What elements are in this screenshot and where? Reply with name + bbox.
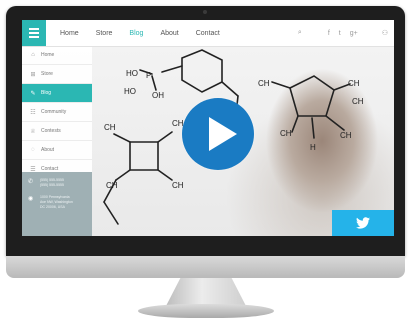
sidebar-item-contests[interactable]: ♕ Contests [22,122,92,141]
nav-contact[interactable]: Contact [196,30,220,37]
svg-text:CH: CH [172,181,184,190]
location-icon: ◉ [28,196,34,202]
svg-text:CH: CH [340,131,352,140]
address-line: DC 20006, USA [40,205,65,209]
sidebar-item-blog[interactable]: ✎ Blog [22,84,92,103]
home-icon: ⌂ [31,52,35,58]
svg-text:CH: CH [280,129,292,138]
svg-text:CH: CH [258,79,270,88]
svg-text:HO: HO [126,69,138,78]
play-video-button[interactable] [182,98,254,170]
phone-line: (555) 555-5555 [40,183,64,187]
sidebar-item-label: Store [41,71,53,77]
screen: HO P HO OH CH CH CH CH CH CH H CH CH CH … [22,20,394,236]
svg-text:H: H [310,143,316,152]
svg-text:OH: OH [152,91,164,100]
sidebar-item-label: Blog [41,90,52,96]
info-icon: ◌ [31,147,35,153]
svg-text:CH: CH [104,123,116,132]
nav-blog[interactable]: Blog [129,30,143,37]
user-icon[interactable]: ⚇ [382,29,388,37]
twitter-share-button[interactable] [332,210,394,236]
twitter-icon[interactable]: t [339,30,341,37]
address-row: ◉ 1000 Pennsylvania Ave NW, Washington D… [22,195,92,210]
svg-text:HO: HO [124,87,136,96]
cart-icon: ⊞ [30,71,36,78]
svg-text:CH: CH [352,97,364,106]
sidebar-item-home[interactable]: ⌂ Home [22,46,92,65]
facebook-icon[interactable]: f [328,30,330,37]
main-nav: Home Store Blog About Contact [60,20,237,46]
sidebar-item-label: Home [41,52,55,58]
nav-store[interactable]: Store [96,30,113,37]
sidebar-item-label: About [41,147,55,153]
sidebar-item-label: Contests [41,128,61,134]
svg-text:CH: CH [348,79,360,88]
svg-text:P: P [146,71,151,80]
nav-about[interactable]: About [160,30,178,37]
monitor-base [138,304,274,318]
sidebar-item-about[interactable]: ◌ About [22,141,92,160]
trophy-icon: ♕ [30,128,36,135]
community-icon: ☷ [30,109,36,116]
pencil-icon: ✎ [30,90,36,97]
site-header: Home Store Blog About Contact ⌕ f t g+ ⚇ [22,20,394,47]
header-icons: ⌕ f t g+ ⚇ [298,20,388,46]
monitor-chin [6,256,405,278]
contact-info-panel: ✆ (555) 555-5555 (555) 555-5555 ◉ 1000 P… [22,172,92,236]
svg-text:CH: CH [106,181,118,190]
monitor-stand [166,278,246,306]
sidebar-item-community[interactable]: ☷ Community [22,103,92,122]
sidebar-item-store[interactable]: ⊞ Store [22,65,92,84]
search-icon[interactable]: ⌕ [298,29,302,37]
google-plus-icon[interactable]: g+ [350,30,358,37]
nav-home[interactable]: Home [60,30,79,37]
camera-dot [203,10,207,14]
hamburger-icon[interactable] [22,20,46,46]
twitter-bird-icon [356,217,370,229]
sidebar: ⌂ Home ⊞ Store ✎ Blog ☷ Community ♕ Cont… [22,46,92,236]
phone-row: ✆ (555) 555-5555 (555) 555-5555 [22,178,92,188]
play-icon [209,117,237,151]
sidebar-item-label: Community [41,109,67,115]
phone-icon: ✆ [28,179,34,185]
